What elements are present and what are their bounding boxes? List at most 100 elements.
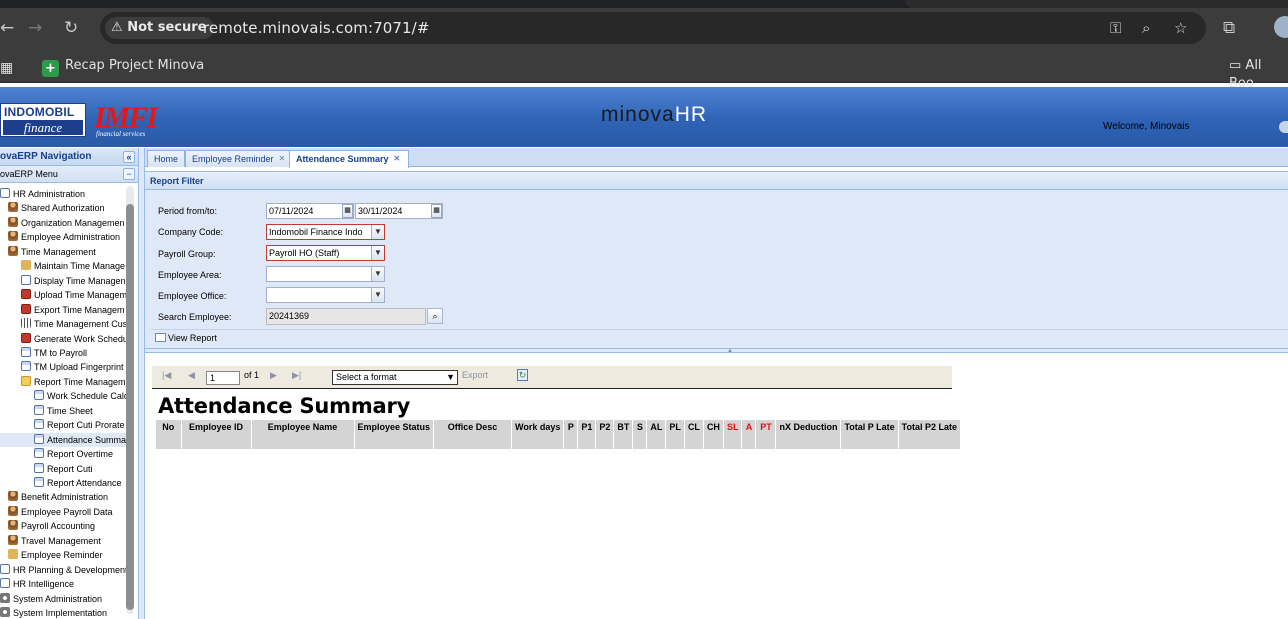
refresh-icon[interactable]: ↻ <box>517 369 528 381</box>
bookmark-recap[interactable]: + Recap Project Minova <box>42 57 204 77</box>
reload-icon[interactable]: ↻ <box>64 18 78 38</box>
employee-area-select[interactable]: ▼ <box>266 266 385 282</box>
tab-home[interactable]: Home <box>147 150 186 167</box>
chevron-down-icon: ▼ <box>446 372 455 382</box>
navigation-header: ovaERP Navigation « <box>0 148 138 166</box>
menu-item[interactable]: Payroll Accounting <box>0 519 126 533</box>
menu-item[interactable]: Time Management <box>0 245 126 259</box>
chevron-down-icon[interactable]: ▼ <box>371 267 384 281</box>
export-link[interactable]: Export <box>462 370 488 380</box>
menu-header: ovaERP Menu − <box>0 166 138 183</box>
filter-splitter[interactable]: ▲ <box>145 348 1288 354</box>
back-icon[interactable]: ← <box>0 18 14 38</box>
nav-scrollbar[interactable] <box>126 186 134 614</box>
column-header: Employee ID <box>181 420 252 449</box>
collapse-menu-icon[interactable]: − <box>123 168 135 180</box>
company-code-select[interactable]: Indomobil Finance Indo ▼ <box>266 224 385 240</box>
calendar-icon[interactable]: ▦ <box>342 204 353 218</box>
menu-item[interactable]: Export Time Managem <box>0 303 126 317</box>
menu-item[interactable]: System Implementation <box>0 606 126 619</box>
sheet-icon <box>34 477 44 487</box>
chevron-down-icon[interactable]: ▼ <box>371 246 384 260</box>
menu-item-label: Export Time Managem <box>34 304 125 315</box>
first-page-icon[interactable]: |◀ <box>162 370 171 381</box>
menu-item[interactable]: Generate Work Schedu <box>0 332 126 346</box>
search-employee-field[interactable]: 20241369 <box>266 308 426 325</box>
bookmarks-bar: ▦ + Recap Project Minova ▭ All Boo <box>0 50 1288 91</box>
next-page-icon[interactable]: ▶ <box>270 370 277 381</box>
close-icon[interactable]: ✕ <box>394 155 402 163</box>
folder-icon <box>21 375 31 386</box>
chevron-down-icon[interactable]: ▼ <box>371 288 384 302</box>
menu-item[interactable]: Employee Administration <box>0 230 126 244</box>
user-icon <box>8 491 18 502</box>
collapse-panel-icon[interactable]: « <box>123 151 135 163</box>
menu-item[interactable]: Time Sheet <box>0 404 126 418</box>
menu-item[interactable]: Maintain Time Manage <box>0 259 126 273</box>
menu-item-label: Display Time Managen <box>34 275 126 286</box>
brand-dark: minova <box>601 103 675 126</box>
view-report-button[interactable]: View Report <box>151 329 1288 346</box>
period-to-value: 30/11/2024 <box>358 206 403 216</box>
prev-page-icon[interactable]: ◀ <box>188 370 195 381</box>
address-bar[interactable]: ⚠ Not secure remote.minovais.com:7071/# … <box>100 12 1206 44</box>
chevron-down-icon[interactable]: ▼ <box>371 225 384 239</box>
menu-item[interactable]: Employee Reminder <box>0 548 126 562</box>
menu-item[interactable]: Time Management Cus <box>0 317 126 331</box>
logout-icon[interactable] <box>1279 121 1288 133</box>
calendar-icon[interactable]: ▦ <box>431 204 442 218</box>
user-icon <box>8 202 18 213</box>
menu-item[interactable]: Display Time Managen <box>0 274 126 288</box>
menu-item[interactable]: Attendance Summa <box>0 432 126 447</box>
menu-item[interactable]: Benefit Administration <box>0 490 126 504</box>
payroll-group-select[interactable]: Payroll HO (Staff) ▼ <box>266 245 385 261</box>
key-icon[interactable]: ⚿ <box>1110 19 1121 37</box>
area-label: Employee Area: <box>158 270 222 280</box>
menu-item[interactable]: Report Attendance <box>0 476 126 490</box>
menu-item[interactable]: HR Administration <box>0 187 126 201</box>
menu-item[interactable]: TM to Payroll <box>0 346 126 360</box>
profile-avatar[interactable] <box>1274 16 1288 38</box>
menu-item[interactable]: Organization Managemen <box>0 216 126 230</box>
page-number-input[interactable]: 1 <box>206 371 240 385</box>
menu-item[interactable]: Report Overtime <box>0 447 126 461</box>
menu-item[interactable]: Upload Time Managem <box>0 288 126 302</box>
menu-title: ovaERP Menu <box>0 169 58 179</box>
extensions-icon[interactable]: ⧉ <box>1223 18 1235 38</box>
period-to-field[interactable]: 30/11/2024 ▦ <box>355 203 443 219</box>
menu-item[interactable]: Report Cuti Prorate <box>0 418 126 432</box>
folder-icon: ▭ <box>1229 58 1246 73</box>
star-icon[interactable]: ☆ <box>1174 19 1187 37</box>
menu-item[interactable]: TM Upload Fingerprint <box>0 360 126 374</box>
export-format-select[interactable]: Select a format ▼ <box>332 370 458 385</box>
menu-item[interactable]: Report Time Managem <box>0 375 126 389</box>
menu-item[interactable]: HR Planning & Development <box>0 563 126 577</box>
menu-item[interactable]: Employee Payroll Data <box>0 505 126 519</box>
menu-item-label: Employee Administration <box>21 232 121 243</box>
menu-item-label: Report Cuti Prorate <box>47 420 125 431</box>
url-text[interactable]: remote.minovais.com:7071/# <box>203 19 430 37</box>
last-page-icon[interactable]: ▶| <box>292 370 301 381</box>
menu-item[interactable]: Work Schedule Calc <box>0 389 126 403</box>
menu-item[interactable]: HR Intelligence <box>0 577 126 591</box>
zoom-icon[interactable]: ⌕ <box>1142 19 1150 37</box>
tab-bar: Home Employee Reminder ✕ Attendance Summa… <box>145 148 1288 168</box>
menu-item-label: Employee Payroll Data <box>21 506 113 517</box>
tab-employee-reminder[interactable]: Employee Reminder ✕ <box>185 150 294 167</box>
gear-icon <box>0 592 10 603</box>
security-chip[interactable]: ⚠ Not secure <box>105 17 215 39</box>
period-from-field[interactable]: 07/11/2024 ▦ <box>266 203 354 219</box>
menu-item-label: TM Upload Fingerprint <box>34 362 124 373</box>
employee-office-select[interactable]: ▼ <box>266 287 385 303</box>
menu-item[interactable]: Shared Authorization <box>0 201 126 215</box>
menu-item[interactable]: System Administration <box>0 592 126 606</box>
nav-scrollbar-thumb[interactable] <box>126 204 134 610</box>
menu-item[interactable]: Report Cuti <box>0 462 126 476</box>
forward-icon[interactable]: → <box>28 18 42 38</box>
apps-grid-icon[interactable]: ▦ <box>0 59 13 76</box>
close-icon[interactable]: ✕ <box>279 155 287 163</box>
menu-item[interactable]: Travel Management <box>0 534 126 548</box>
report-filter-panel: Report Filter Period from/to: 07/11/2024… <box>145 171 1288 348</box>
tab-attendance-summary[interactable]: Attendance Summary ✕ <box>289 150 409 168</box>
search-icon[interactable]: ⌕ <box>427 308 443 324</box>
